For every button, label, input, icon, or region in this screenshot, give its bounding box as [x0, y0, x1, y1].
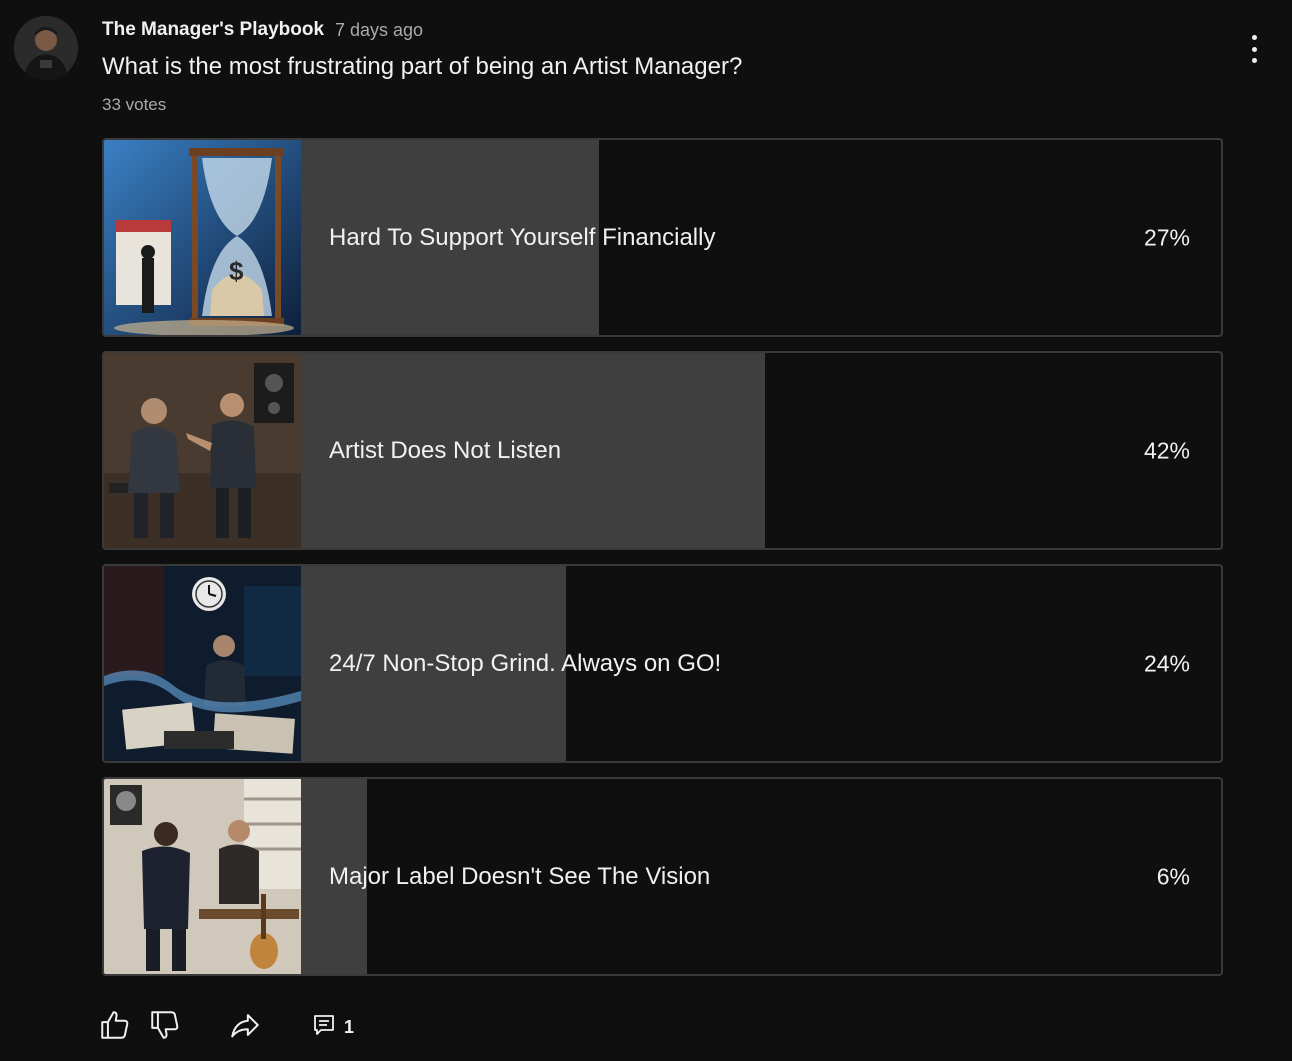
option-percent: 6%: [1156, 863, 1190, 889]
option-label: Hard To Support Yourself Financially: [329, 223, 716, 251]
poll-option[interactable]: 24/7 Non-Stop Grind. Always on GO! 24%: [102, 564, 1223, 763]
svg-text:$: $: [229, 256, 244, 286]
option-label: 24/7 Non-Stop Grind. Always on GO!: [329, 649, 722, 677]
channel-avatar[interactable]: [14, 16, 78, 80]
option-percent: 42%: [1143, 437, 1190, 463]
post-actions: 1: [98, 1008, 398, 1044]
poll-option[interactable]: $ Hard To Support Yourself Financially 2…: [102, 138, 1223, 337]
option-percent: 27%: [1143, 224, 1190, 250]
poll-option[interactable]: Major Label Doesn't See The Vision 6%: [102, 777, 1223, 976]
option-label: Major Label Doesn't See The Vision: [329, 862, 711, 890]
comment-count[interactable]: 1: [344, 1017, 354, 1038]
poll-options: $ Hard To Support Yourself Financially 2…: [102, 138, 1223, 990]
option-label: Artist Does Not Listen: [329, 436, 562, 464]
comment-icon[interactable]: [312, 1013, 336, 1042]
option-image-argument: [104, 353, 301, 548]
option-image-grind: [104, 566, 301, 761]
share-icon[interactable]: [228, 1008, 262, 1047]
poll-question: What is the most frustrating part of bei…: [102, 53, 743, 80]
option-percent: 24%: [1143, 650, 1190, 676]
vote-count: 33 votes: [102, 95, 167, 114]
channel-name[interactable]: The Manager's Playbook: [102, 19, 324, 41]
option-image-label-meeting: [104, 779, 301, 974]
thumbs-down-icon[interactable]: [148, 1008, 182, 1047]
thumbs-up-icon[interactable]: [98, 1008, 132, 1047]
post-time[interactable]: 7 days ago: [335, 20, 423, 41]
option-image-hourglass: $: [104, 140, 301, 335]
poll-option[interactable]: Artist Does Not Listen 42%: [102, 351, 1223, 550]
more-vert-icon[interactable]: [1242, 33, 1266, 65]
